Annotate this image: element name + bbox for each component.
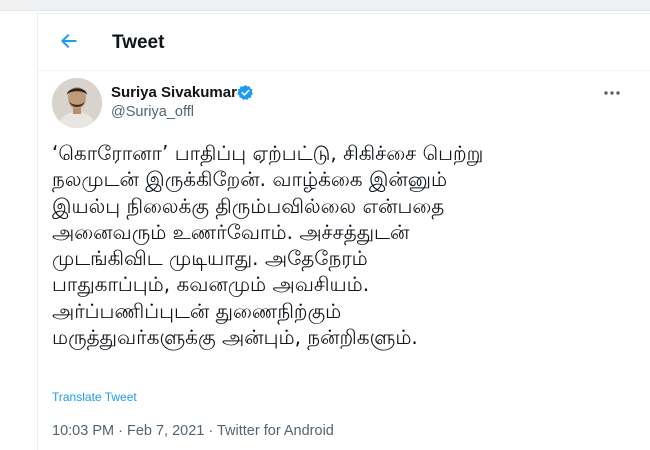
verified-badge-icon — [237, 85, 253, 100]
tweet-time[interactable]: 10:03 PM — [52, 423, 114, 439]
page-header: Tweet — [38, 14, 650, 71]
tweet-line: அனைவரும் உணர்வோம். அச்சத்துடன் — [52, 219, 410, 244]
meta-separator: · — [114, 423, 127, 439]
profile-photo — [52, 78, 102, 128]
more-options-button[interactable] — [600, 84, 624, 102]
page-title: Tweet — [112, 32, 165, 53]
tweet-line: பாதுகாப்பும், கவனமும் அவசியம். — [52, 272, 370, 297]
tweet-date[interactable]: Feb 7, 2021 — [127, 423, 204, 439]
tweet-line: நலமுடன் இருக்கிறேன். வாழ்க்கை இன்னும் — [52, 167, 448, 192]
more-horizontal-icon — [604, 91, 620, 95]
arrow-left-icon — [61, 34, 77, 48]
tweet-text: ‘கொரோனா’ பாதிப்பு ஏற்பட்டு, சிகிச்சை பெற… — [52, 140, 642, 350]
avatar[interactable] — [52, 78, 102, 128]
tweet-line: இயல்பு நிலைக்கு திரும்பவில்லை என்பதை — [52, 193, 445, 218]
tweet-line: மருத்துவர்களுக்கு அன்பும், நன்றிகளும். — [52, 325, 418, 350]
back-button[interactable] — [54, 26, 84, 56]
author-name[interactable]: Suriya Sivakumar — [111, 84, 237, 101]
tweet-source[interactable]: Twitter for Android — [217, 423, 334, 439]
tweet-metadata: 10:03 PM · Feb 7, 2021 · Twitter for And… — [52, 423, 334, 439]
tweet-line: ‘கொரோனா’ பாதிப்பு ஏற்பட்டு, சிகிச்சை பெற… — [52, 141, 484, 165]
tweet-line: அர்ப்பணிப்புடன் துணைநிற்கும் — [52, 298, 342, 323]
meta-separator: · — [204, 423, 217, 439]
tweet-line: முடங்கிவிட முடியாது. அதேநேரம் — [52, 246, 368, 271]
author-handle[interactable]: @Suriya_offl — [111, 104, 194, 120]
browser-top-strip — [0, 0, 650, 11]
translate-tweet-link[interactable]: Translate Tweet — [52, 390, 137, 404]
